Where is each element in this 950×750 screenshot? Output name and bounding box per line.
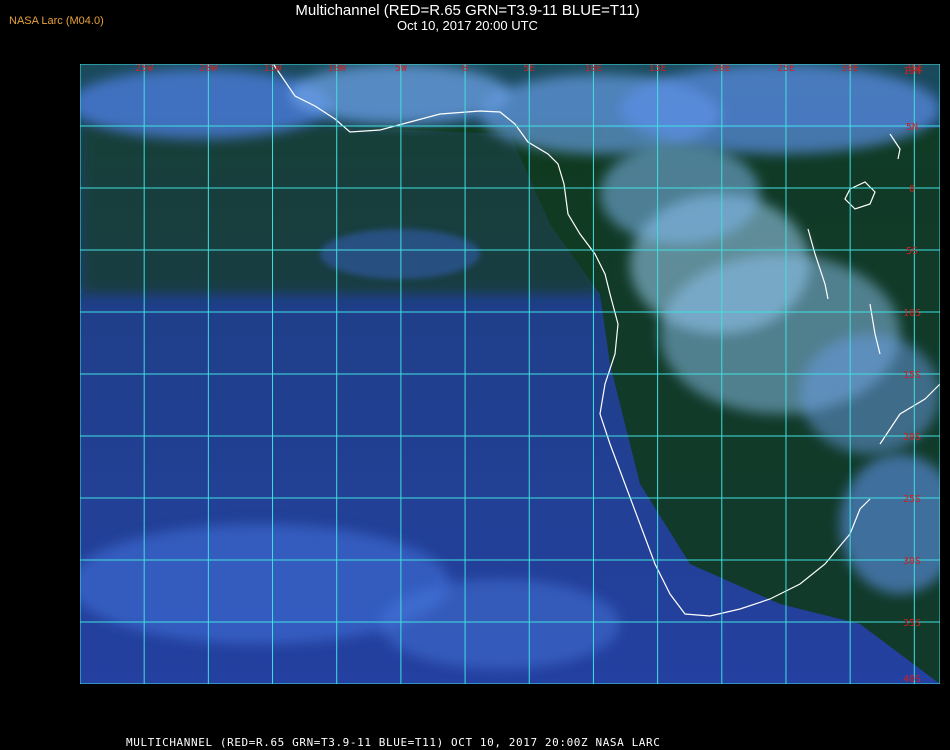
latitude-label: 35S xyxy=(903,618,921,629)
latitude-label: 0 xyxy=(909,184,915,195)
latitude-label: 10N xyxy=(903,66,921,77)
image-title: Multichannel (RED=R.65 GRN=T3.9-11 BLUE=… xyxy=(295,2,640,19)
satellite-map: 25W 20W 15W 10W 5W 0 5E 10E 15E 20E 25E 30E 35E 10N 5N… xyxy=(80,64,940,726)
longitude-label: 10W xyxy=(328,64,347,74)
longitude-label: 15E xyxy=(649,64,667,74)
longitude-label: 30E xyxy=(841,64,859,74)
latitude-label: 25S xyxy=(903,494,921,505)
latitude-label: 15S xyxy=(903,370,921,381)
longitude-label: 5E xyxy=(523,64,535,74)
latitude-label: 5S xyxy=(906,246,918,257)
latitude-label: 10S xyxy=(903,308,921,319)
latitude-label: 20S xyxy=(903,432,921,443)
longitude-label: 10E xyxy=(584,64,602,74)
latitude-label: 5N xyxy=(906,122,918,133)
longitude-label: 25W xyxy=(135,64,154,74)
longitude-label: 5W xyxy=(395,64,408,74)
longitude-label: 20W xyxy=(199,64,218,74)
longitude-label: 0 xyxy=(462,64,468,74)
longitude-label: 25E xyxy=(777,64,795,74)
longitude-label: 20E xyxy=(713,64,731,74)
producer-label: NASA Larc (M04.0) xyxy=(9,15,104,27)
longitude-label: 15W xyxy=(264,64,283,74)
satellite-image: 25W 20W 15W 10W 5W 0 5E 10E 15E 20E 25E 30E 35E10N5N… xyxy=(80,64,940,684)
footer-caption: MULTICHANNEL (RED=R.65 GRN=T3.9-11 BLUE=… xyxy=(126,736,661,749)
image-datetime: Oct 10, 2017 20:00 UTC xyxy=(397,18,538,33)
latitude-label: 40S xyxy=(903,674,921,684)
latitude-label: 30S xyxy=(903,556,921,567)
